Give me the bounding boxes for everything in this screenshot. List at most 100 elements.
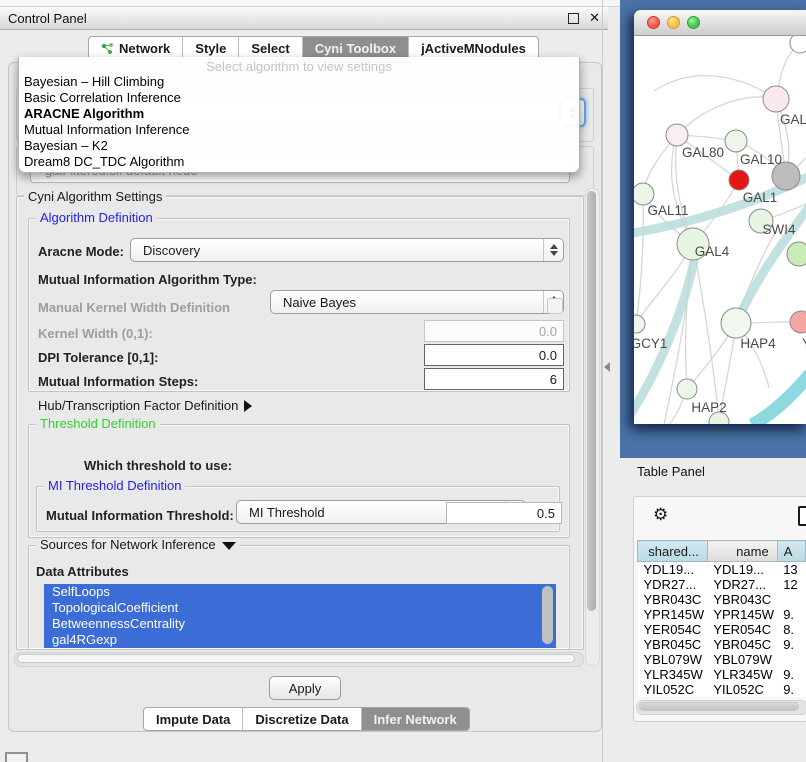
- mi-steps-field[interactable]: 6: [424, 368, 564, 390]
- settings-horizontal-scrollbar[interactable]: [14, 652, 584, 667]
- table-row[interactable]: YDR27...YDR27...12: [638, 577, 806, 592]
- kernel-width-field[interactable]: 0.0: [424, 320, 564, 342]
- node: [790, 311, 806, 333]
- node-selected: [729, 170, 749, 190]
- tab-select[interactable]: Select: [239, 37, 302, 59]
- tab-network[interactable]: Network: [89, 37, 183, 59]
- data-attributes-label: Data Attributes: [36, 564, 129, 579]
- mi-steps-label: Mutual Information Steps:: [38, 374, 198, 389]
- mi-threshold-field[interactable]: 0.5: [446, 502, 562, 524]
- table-row[interactable]: YLR345WYLR345W9.: [638, 667, 806, 682]
- combo-stepper-icon: [543, 239, 563, 261]
- apply-button[interactable]: Apply: [269, 676, 341, 700]
- node-label: GAL1: [743, 190, 778, 205]
- list-item-selected[interactable]: gal4RGexp: [44, 632, 556, 648]
- popup-item-highlighted[interactable]: ARACNE Algorithm: [19, 106, 579, 122]
- sources-title[interactable]: Sources for Network Inference: [36, 538, 240, 551]
- top-strip: [0, 0, 622, 7]
- network-edge-corner: [752, 374, 806, 424]
- data-attributes-list[interactable]: SelfLoops TopologicalCoefficient Between…: [44, 584, 556, 648]
- mi-threshold-label: Mutual Information Threshold:: [46, 508, 234, 523]
- table-row[interactable]: YBL079WYBL079W: [638, 652, 806, 667]
- table-row[interactable]: YER054CYER054C8.: [638, 622, 806, 637]
- scrollbar-thumb[interactable]: [639, 702, 799, 711]
- list-item-selected[interactable]: BetweennessCentrality: [44, 616, 556, 632]
- minimize-traffic-light-icon[interactable]: [667, 16, 680, 29]
- scrollbar-thumb[interactable]: [17, 654, 575, 663]
- table-horizontal-scrollbar[interactable]: [636, 700, 806, 715]
- manual-kernel-label: Manual Kernel Width Definition: [38, 300, 230, 315]
- table-row[interactable]: YPR145WYPR145W9.: [638, 607, 806, 622]
- document-icon[interactable]: [798, 506, 806, 526]
- network-window-titlebar[interactable]: [634, 10, 806, 36]
- mi-type-label: Mutual Information Algorithm Type:: [38, 272, 257, 287]
- list-scrollbar[interactable]: [542, 586, 553, 644]
- kernel-width-label: Kernel Width (0,1):: [38, 326, 153, 341]
- column-header: A: [777, 541, 805, 562]
- node-label: GAL80: [682, 145, 724, 160]
- close-traffic-light-icon[interactable]: [647, 16, 660, 29]
- node-label: HAP4: [740, 336, 776, 351]
- list-item-selected[interactable]: SelfLoops: [44, 584, 556, 600]
- settings-vertical-scrollbar[interactable]: [585, 188, 600, 666]
- node-label: GAL11: [647, 203, 688, 218]
- network-icon: [101, 42, 114, 55]
- divider-collapse-icon[interactable]: [604, 362, 610, 372]
- node: [677, 379, 697, 399]
- zoom-traffic-light-icon[interactable]: [687, 16, 700, 29]
- expanded-arrow-icon: [222, 542, 236, 550]
- node: [721, 308, 751, 338]
- which-threshold-label: Which threshold to use:: [84, 458, 232, 473]
- threshold-definition-title: Threshold Definition: [36, 417, 160, 430]
- network-canvas[interactable]: GAL8 GAL80 GAL10 GAL1 GAL11 SWI4 GAL4 GC…: [634, 36, 806, 424]
- tab-impute-data[interactable]: Impute Data: [144, 708, 243, 730]
- panel-divider[interactable]: [602, 0, 603, 762]
- table-row[interactable]: YIL052CYIL052C9.: [638, 682, 806, 697]
- mi-threshold-title: MI Threshold Definition: [44, 479, 185, 492]
- aracne-mode-combo[interactable]: Discovery: [130, 238, 564, 262]
- scrollbar-thumb[interactable]: [587, 191, 596, 611]
- popup-item[interactable]: Basic Correlation Inference: [19, 90, 579, 106]
- table-row[interactable]: YBR043CYBR043C: [638, 592, 806, 607]
- node-label: SWI4: [762, 222, 795, 237]
- mi-type-combo[interactable]: Naive Bayes: [270, 290, 564, 314]
- node-label: HAP2: [691, 400, 726, 415]
- node-label: Y: [802, 336, 806, 351]
- node: [666, 124, 688, 146]
- node: [634, 183, 654, 205]
- popup-item[interactable]: Bayesian – Hill Climbing: [19, 74, 579, 90]
- network-window[interactable]: GAL8 GAL80 GAL10 GAL1 GAL11 SWI4 GAL4 GC…: [634, 10, 806, 424]
- gear-icon[interactable]: ⚙: [653, 506, 668, 524]
- tab-jactivemnodules[interactable]: jActiveMNodules: [409, 37, 538, 59]
- tab-infer-network[interactable]: Infer Network: [362, 708, 469, 730]
- node: [634, 315, 645, 333]
- popup-placeholder: Select algorithm to view settings: [19, 59, 579, 74]
- popup-item[interactable]: Mutual Information Inference: [19, 122, 579, 138]
- dpi-tolerance-field[interactable]: 0.0: [424, 344, 564, 366]
- tab-cyni-toolbox[interactable]: Cyni Toolbox: [303, 37, 409, 59]
- manual-kernel-checkbox[interactable]: [547, 298, 563, 314]
- node: [763, 86, 789, 112]
- column-header: name: [707, 541, 777, 562]
- node-label: GAL8: [780, 112, 806, 127]
- tab-discretize-data[interactable]: Discretize Data: [243, 708, 361, 730]
- tab-style[interactable]: Style: [183, 37, 239, 59]
- table-row[interactable]: YBR045CYBR045C9.: [638, 637, 806, 652]
- collapsed-arrow-icon: [244, 400, 252, 412]
- close-icon[interactable]: ✕: [589, 10, 600, 26]
- table-row[interactable]: YDL19...YDL19...13: [638, 562, 806, 578]
- table-header-row[interactable]: shared... name A: [638, 541, 806, 562]
- aracne-mode-label: Aracne Mode:: [38, 244, 124, 259]
- cyni-settings-title: Cyni Algorithm Settings: [24, 190, 166, 203]
- popup-item[interactable]: Dream8 DC_TDC Algorithm: [19, 154, 579, 170]
- dpi-tolerance-label: DPI Tolerance [0,1]:: [38, 350, 158, 365]
- popup-item[interactable]: Bayesian – K2: [19, 138, 579, 154]
- bottom-tabbar: Impute Data Discretize Data Infer Networ…: [143, 707, 470, 731]
- node-table[interactable]: shared... name A YDL19...YDL19...13 YDR2…: [637, 540, 806, 698]
- hub-section-toggle[interactable]: Hub/Transcription Factor Definition: [38, 398, 252, 413]
- algorithm-definition-title: Algorithm Definition: [36, 211, 157, 224]
- partial-corner-icon[interactable]: [5, 752, 28, 762]
- control-panel-titlebar: Control Panel ✕: [0, 7, 608, 30]
- float-window-icon[interactable]: [568, 13, 579, 24]
- list-item-selected[interactable]: TopologicalCoefficient: [44, 600, 556, 616]
